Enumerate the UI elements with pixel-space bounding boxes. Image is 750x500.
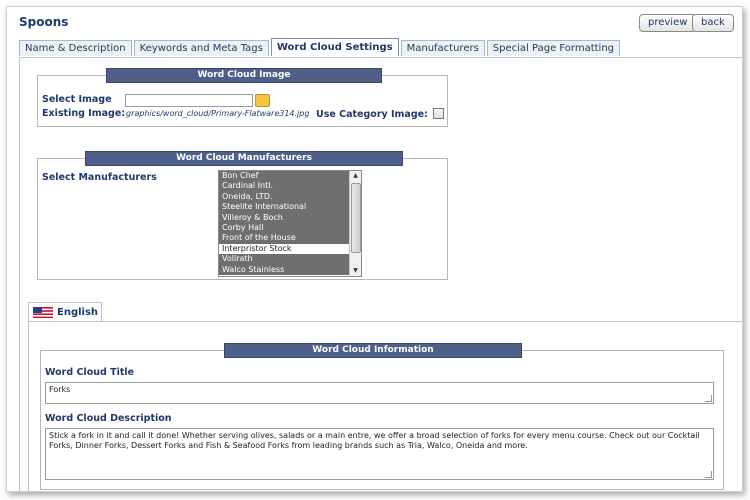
existing-image-label: Existing Image:	[42, 108, 126, 119]
select-manufacturers-label: Select Manufacturers	[42, 172, 157, 183]
title-value: Forks	[49, 385, 71, 394]
settings-panel: Word Cloud Image Select Image Existing I…	[19, 57, 742, 491]
existing-image-path: graphics/word_cloud/Primary-Flatware314.…	[126, 109, 310, 118]
editor-window: Spoons preview back Name & Description K…	[6, 6, 743, 492]
manufacturer-option[interactable]: Villeroy & Boch	[219, 212, 349, 223]
section-header: Word Cloud Manufacturers	[85, 151, 403, 166]
word-cloud-title-field[interactable]: Forks	[45, 382, 714, 404]
preview-button[interactable]: preview	[639, 14, 697, 32]
manufacturers-listbox[interactable]: Bon Chef Cardinal Intl. Oneida, LTD. Ste…	[218, 170, 362, 277]
resize-grip-icon[interactable]	[705, 471, 712, 478]
us-flag-icon	[33, 307, 53, 318]
select-image-input[interactable]	[125, 94, 253, 107]
tab-word-cloud-settings[interactable]: Word Cloud Settings	[270, 38, 399, 56]
description-value: Stick a fork in it and call it done! Whe…	[49, 431, 700, 450]
word-cloud-image-box: Word Cloud Image Select Image Existing I…	[37, 68, 448, 127]
tab-keywords-meta[interactable]: Keywords and Meta Tags	[133, 40, 269, 56]
section-header: Word Cloud Image	[106, 68, 382, 83]
tab-name-description[interactable]: Name & Description	[19, 40, 132, 56]
section-header: Word Cloud Information	[224, 343, 522, 358]
tab-language-english[interactable]: English	[28, 302, 102, 323]
scroll-up-arrow-icon[interactable]: ▲	[350, 171, 361, 181]
use-category-image-label: Use Category Image:	[316, 109, 428, 120]
page-title: Spoons	[19, 15, 69, 29]
use-category-image-checkbox[interactable]	[433, 108, 444, 119]
manufacturer-option[interactable]: Interpristor Stock	[219, 243, 349, 255]
listbox-scrollbar[interactable]: ▲ ▼	[349, 171, 361, 276]
scrollbar-thumb[interactable]	[351, 183, 361, 253]
tab-manufacturers[interactable]: Manufacturers	[400, 40, 485, 56]
tab-bar: Name & Description Keywords and Meta Tag…	[19, 38, 622, 58]
word-cloud-description-field[interactable]: Stick a fork in it and call it done! Whe…	[45, 428, 714, 480]
manufacturer-option[interactable]: Cardinal Intl.	[219, 181, 349, 192]
manufacturer-option[interactable]: Steelite International	[219, 202, 349, 213]
word-cloud-manufacturers-box: Word Cloud Manufacturers Select Manufact…	[37, 151, 448, 280]
word-cloud-title-label: Word Cloud Title	[45, 367, 135, 378]
manufacturer-option[interactable]: Bon Chef	[219, 171, 349, 182]
tab-special-page-formatting[interactable]: Special Page Formatting	[486, 40, 621, 56]
resize-grip-icon[interactable]	[705, 395, 712, 402]
folder-icon[interactable]	[255, 94, 270, 107]
manufacturers-list: Bon Chef Cardinal Intl. Oneida, LTD. Ste…	[219, 171, 349, 275]
word-cloud-description-label: Word Cloud Description	[45, 413, 172, 424]
language-label: English	[57, 307, 99, 318]
manufacturer-option[interactable]: Vollrath	[219, 254, 349, 265]
manufacturer-option[interactable]: Walco Stainless	[219, 264, 349, 275]
back-button[interactable]: back	[692, 14, 734, 32]
scroll-down-arrow-icon[interactable]: ▼	[350, 266, 361, 276]
manufacturer-option[interactable]: Corby Hall	[219, 222, 349, 234]
word-cloud-information-box: Word Cloud Information Word Cloud Title …	[40, 343, 724, 490]
manufacturer-option[interactable]: Oneida, LTD.	[219, 191, 349, 203]
select-image-label: Select Image	[42, 94, 112, 105]
language-panel: Word Cloud Information Word Cloud Title …	[28, 321, 742, 491]
manufacturer-option[interactable]: Front of the House	[219, 233, 349, 244]
